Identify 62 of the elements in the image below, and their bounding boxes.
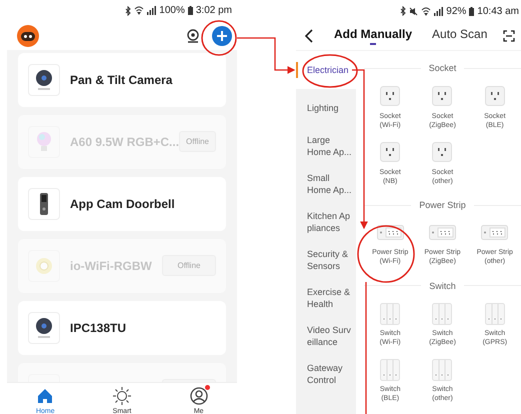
socket-icon[interactable] (380, 86, 400, 106)
highlight-circle (201, 20, 237, 56)
tab[interactable]: Auto Scan (432, 27, 488, 45)
device-card[interactable]: Pan & Tilt Camera (18, 52, 226, 107)
category-item[interactable]: Exercise & Health (296, 279, 356, 317)
clock-time: 3:02 pm (196, 5, 232, 16)
device-card[interactable]: App Cam Doorbell (18, 176, 226, 231)
wall-switch-icon[interactable] (380, 302, 400, 325)
device-name: App Cam Doorbell (70, 196, 176, 211)
power-strip-icon[interactable] (428, 225, 456, 240)
category-item[interactable]: Kitchen Ap pliances (296, 203, 356, 241)
category-item[interactable]: Gateway Control (296, 355, 356, 393)
bluetooth-icon (400, 6, 406, 16)
wall-switch-icon[interactable] (484, 302, 505, 325)
bulb-device-icon (28, 126, 60, 158)
socket-icon[interactable] (484, 86, 505, 106)
category-item[interactable]: Lighting (296, 89, 356, 127)
battery-icon (469, 6, 474, 16)
section-heading: Switch (364, 277, 521, 294)
highlight-circle (357, 225, 415, 283)
signal-icon (434, 6, 444, 16)
callout-arrow (237, 37, 296, 74)
camera-device-icon (28, 312, 60, 344)
clock-time: 10:43 am (477, 6, 519, 16)
mute-icon (409, 6, 418, 16)
wall-switch-icon[interactable] (432, 358, 452, 381)
camera-device-icon (28, 64, 60, 96)
wall-switch-icon[interactable] (380, 358, 400, 381)
wifi-icon (134, 6, 144, 16)
profile-icon (188, 386, 209, 406)
app-logo-icon (17, 24, 39, 47)
highlight-circle (302, 54, 358, 88)
category-item[interactable]: Video Surv eillance (296, 317, 356, 355)
sun-icon (112, 386, 132, 406)
socket-icon[interactable] (432, 86, 452, 106)
strip-device-icon (28, 250, 60, 282)
wifi-icon (421, 6, 432, 16)
category-item[interactable]: Security & Sensors (296, 241, 356, 279)
signal-icon (147, 6, 156, 16)
section-heading: Socket (364, 60, 521, 77)
camera-icon[interactable] (186, 28, 200, 43)
category-item[interactable]: Large Home Ap... (296, 127, 356, 165)
bluetooth-icon (125, 6, 132, 16)
device-name: Pan & Tilt Camera (70, 72, 174, 87)
tab[interactable]: Add Manually (334, 27, 412, 45)
category-item[interactable]: Small Home Ap... (296, 165, 356, 203)
power-strip-icon[interactable] (481, 225, 508, 240)
socket-icon[interactable] (432, 142, 452, 162)
battery-icon (188, 6, 193, 16)
socket-icon[interactable] (380, 142, 400, 162)
wall-switch-icon[interactable] (432, 302, 452, 325)
battery-percent: 100% (159, 5, 185, 16)
back-icon[interactable] (304, 29, 314, 43)
device-name: IPC138TU (70, 320, 128, 335)
section-heading: Power Strip (364, 196, 521, 214)
add-device-button[interactable] (212, 26, 232, 46)
battery-percent: 92% (446, 6, 466, 16)
plus-icon (217, 30, 227, 41)
device-card[interactable]: IPC138TU (18, 300, 226, 355)
category-item[interactable]: Electrician (296, 51, 356, 89)
scan-icon[interactable] (503, 30, 515, 42)
doorbell-device-icon (28, 188, 60, 220)
